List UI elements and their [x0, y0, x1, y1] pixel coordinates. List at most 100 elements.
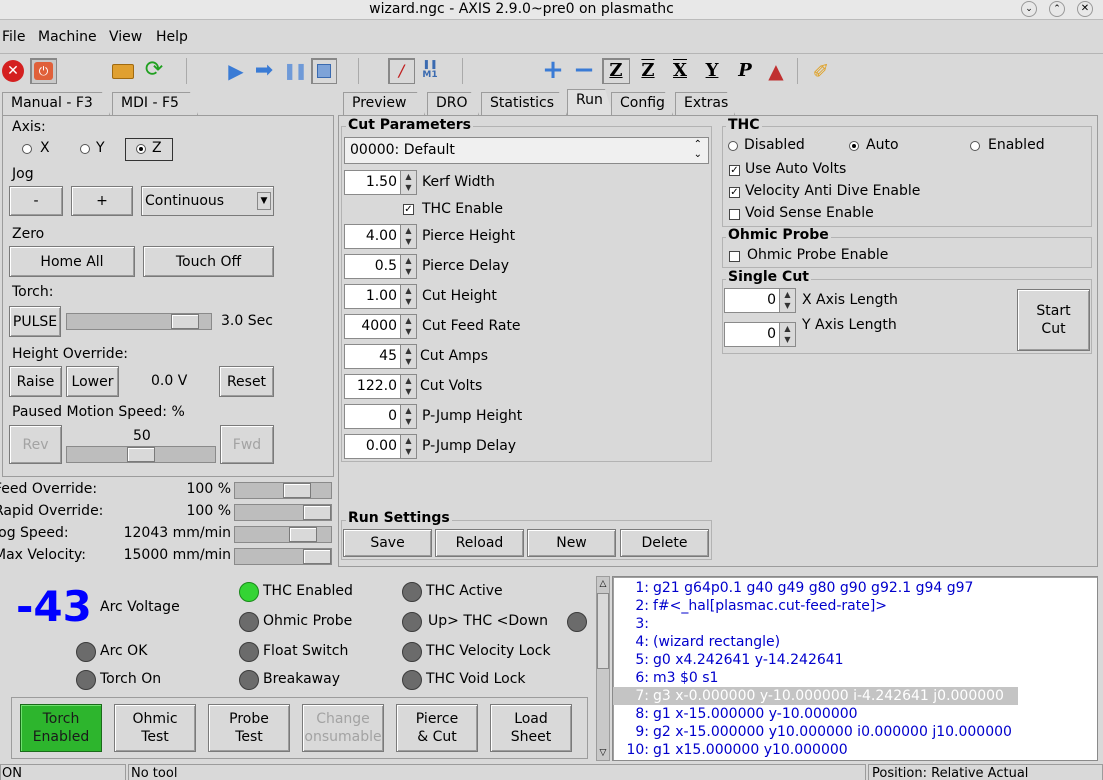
spin-arrows-icon[interactable]: ▲ ▼ [400, 405, 416, 428]
tab-statistics[interactable]: Statistics [481, 92, 567, 115]
gcode-line[interactable]: 10: g1 x15.000000 y10.000000 [613, 741, 1097, 759]
chevron-updown-icon[interactable]: ⌃ ⌄ [694, 140, 702, 160]
run-icon[interactable]: ▶ [226, 59, 246, 83]
load-sheet-button[interactable]: Load Sheet [490, 704, 572, 752]
clear-icon[interactable]: ✐ [808, 59, 834, 83]
spin-arrows-icon[interactable]: ▲ ▼ [400, 375, 416, 398]
reload-button[interactable]: Reload [435, 529, 524, 557]
max-velocity-thumb[interactable] [303, 549, 331, 564]
ohmic-probe-checkbox[interactable] [729, 251, 740, 262]
pulse-slider[interactable] [66, 313, 212, 330]
void-sense-checkbox[interactable] [729, 209, 740, 220]
tab-config[interactable]: Config [611, 92, 673, 115]
jog-mode-select[interactable]: Continuous ▼ [141, 186, 274, 216]
gcode-line[interactable]: 9: g2 x-15.000000 y10.000000 i0.000000 j1… [613, 723, 1097, 741]
pjump-delay-spinbox[interactable]: 0.00 ▲ ▼ [344, 434, 417, 459]
spin-arrows-icon[interactable]: ▲ ▼ [400, 285, 416, 308]
spin-arrows-icon[interactable]: ▲ ▼ [400, 225, 416, 248]
rapid-override-thumb[interactable] [303, 505, 331, 520]
feed-override-slider[interactable] [234, 482, 332, 499]
material-select[interactable]: 00000: Default ⌃ ⌄ [344, 137, 709, 164]
reset-button[interactable]: Reset [219, 366, 274, 397]
zoom-in-icon[interactable]: + [541, 57, 565, 83]
pause-icon[interactable]: ❚❚ [283, 59, 308, 83]
kerf-width-spinbox[interactable]: 1.50 ▲ ▼ [344, 170, 417, 195]
fwd-button[interactable]: Fwd [220, 425, 274, 464]
jog-speed-thumb[interactable] [289, 527, 317, 542]
gcode-line[interactable]: 6: m3 $0 s1 [613, 669, 1097, 687]
probe-test-button[interactable]: Probe Test [208, 704, 290, 752]
spin-arrows-icon[interactable]: ▲ ▼ [779, 289, 795, 312]
gcode-line[interactable]: 2: f#<_hal[plasmac.cut-feed-rate]> [613, 597, 1097, 615]
zoom-out-icon[interactable]: − [572, 57, 596, 83]
axis-z-label[interactable]: Z [152, 140, 162, 156]
x-axis-length-spinbox[interactable]: 0 ▲ ▼ [724, 288, 796, 313]
pjump-height-spinbox[interactable]: 0 ▲ ▼ [344, 404, 417, 429]
chevron-down-icon[interactable]: ▼ [257, 192, 271, 210]
pulse-slider-thumb[interactable] [171, 314, 199, 329]
scroll-down-icon[interactable]: ▽ [597, 746, 609, 760]
tab-preview[interactable]: Preview [343, 92, 425, 115]
cut-volts-spinbox[interactable]: 122.0 ▲ ▼ [344, 374, 417, 399]
tab-extras[interactable]: Extras [675, 92, 735, 115]
optional-stop-icon[interactable]: ❚❚ M1 [419, 60, 441, 82]
scroll-up-icon[interactable]: △ [597, 577, 609, 591]
thc-auto-radio[interactable] [849, 141, 859, 151]
block-delete-icon[interactable]: / [388, 58, 415, 84]
rev-button[interactable]: Rev [9, 425, 62, 464]
cut-height-spinbox[interactable]: 1.00 ▲ ▼ [344, 284, 417, 309]
raise-button[interactable]: Raise [9, 366, 62, 397]
gcode-line[interactable]: 1: g21 g64p0.1 g40 g49 g80 g90 g92.1 g94 … [613, 579, 1097, 597]
max-velocity-slider[interactable] [234, 548, 332, 565]
gcode-scrollbar[interactable]: △ ▽ [596, 576, 610, 761]
pierce-cut-button[interactable]: Pierce & Cut [396, 704, 478, 752]
jog-speed-slider[interactable] [234, 526, 332, 543]
reload-icon[interactable]: ⟳ [142, 58, 166, 82]
thc-disabled-label[interactable]: Disabled [744, 137, 805, 153]
new-button[interactable]: New [527, 529, 616, 557]
power-icon[interactable]: ⏻ [30, 58, 57, 84]
rotate-icon[interactable]: ▲ [764, 59, 788, 83]
axis-y-label[interactable]: Y [96, 140, 105, 156]
spin-arrows-icon[interactable]: ▲ ▼ [400, 255, 416, 278]
thc-enabled-radio[interactable] [970, 141, 980, 151]
paused-motion-thumb[interactable] [127, 447, 155, 462]
view-z2-icon[interactable]: Z [635, 59, 661, 83]
gcode-line[interactable]: 7: g3 x-0.000000 y-10.000000 i-4.242641 j… [613, 687, 1018, 705]
thc-auto-label[interactable]: Auto [866, 137, 899, 153]
gcode-line[interactable]: 5: g0 x4.242641 y-14.242641 [613, 651, 1097, 669]
gcode-pane[interactable]: 1: g21 g64p0.1 g40 g49 g80 g90 g92.1 g94 … [612, 576, 1098, 761]
view-p-icon[interactable]: P [731, 59, 759, 83]
estop-icon[interactable]: ✕ [2, 60, 24, 82]
lower-button[interactable]: Lower [66, 366, 119, 397]
menu-file[interactable]: File [2, 29, 25, 45]
pierce-delay-spinbox[interactable]: 0.5 ▲ ▼ [344, 254, 417, 279]
torch-enabled-button[interactable]: Torch Enabled [20, 704, 102, 752]
touch-off-button[interactable]: Touch Off [143, 246, 274, 277]
axis-y-radio[interactable] [80, 144, 90, 154]
stop-icon[interactable] [311, 58, 337, 84]
axis-z-radio[interactable] [136, 144, 146, 154]
home-all-button[interactable]: Home All [9, 246, 135, 277]
step-icon[interactable]: ➡ [252, 59, 276, 83]
use-auto-volts-checkbox[interactable]: ✓ [729, 165, 740, 176]
minimize-icon[interactable]: ⌄ [1021, 1, 1037, 17]
cut-feed-rate-spinbox[interactable]: 4000 ▲ ▼ [344, 314, 417, 339]
view-x-icon[interactable]: X [667, 59, 693, 83]
thc-enabled-label[interactable]: Enabled [988, 137, 1045, 153]
change-consumable-button[interactable]: Change onsumable [302, 704, 384, 752]
delete-button[interactable]: Delete [620, 529, 709, 557]
pierce-height-spinbox[interactable]: 4.00 ▲ ▼ [344, 224, 417, 249]
menu-view[interactable]: View [109, 29, 142, 45]
spin-arrows-icon[interactable]: ▲ ▼ [400, 315, 416, 338]
save-button[interactable]: Save [343, 529, 432, 557]
menu-machine[interactable]: Machine [38, 29, 97, 45]
view-y-icon[interactable]: Y [699, 59, 725, 83]
cut-amps-spinbox[interactable]: 45 ▲ ▼ [344, 344, 417, 369]
tab-mdi[interactable]: MDI - F5 [112, 92, 198, 115]
start-cut-button[interactable]: Start Cut [1017, 289, 1090, 351]
gcode-line[interactable]: 4: (wizard rectangle) [613, 633, 1097, 651]
gcode-line[interactable]: 8: g1 x-15.000000 y-10.000000 [613, 705, 1097, 723]
menu-help[interactable]: Help [156, 29, 188, 45]
jog-minus-button[interactable]: - [9, 186, 63, 216]
